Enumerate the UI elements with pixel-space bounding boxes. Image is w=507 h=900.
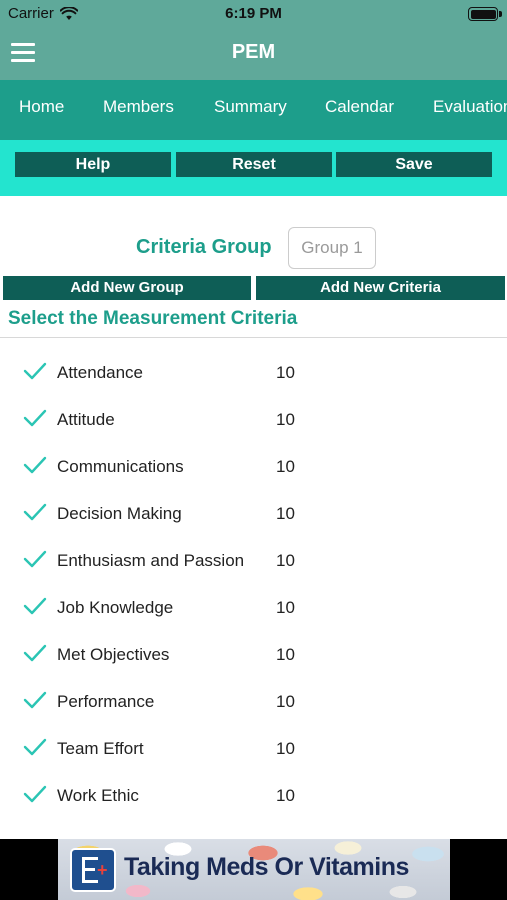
- ad-text: Taking Meds Or Vitamins: [124, 853, 409, 881]
- tab-members[interactable]: Members: [103, 97, 174, 117]
- criteria-value: 10: [276, 692, 295, 711]
- criteria-value: 10: [276, 410, 295, 429]
- criteria-value: 10: [276, 504, 295, 523]
- tab-home[interactable]: Home: [19, 97, 64, 117]
- criteria-value: 10: [276, 786, 295, 805]
- checkmark-icon: [23, 691, 47, 709]
- criteria-item-attitude[interactable]: Attitude 10: [0, 396, 507, 443]
- tab-evaluation[interactable]: Evaluation: [433, 97, 507, 117]
- criteria-list: Attendance 10 Attitude 10 Communications…: [0, 349, 507, 819]
- checkmark-icon: [23, 644, 47, 662]
- criteria-item-communications[interactable]: Communications 10: [0, 443, 507, 490]
- criteria-name: Job Knowledge: [57, 598, 174, 617]
- checkmark-icon: [23, 785, 47, 803]
- criteria-item-attendance[interactable]: Attendance 10: [0, 349, 507, 396]
- section-title: Select the Measurement Criteria: [8, 308, 298, 329]
- criteria-name: Communications: [57, 457, 184, 476]
- checkmark-icon: [23, 503, 47, 521]
- criteria-item-team-effort[interactable]: Team Effort 10: [0, 725, 507, 772]
- ad-content[interactable]: + Taking Meds Or Vitamins: [58, 839, 450, 900]
- criteria-name: Performance: [57, 692, 155, 711]
- criteria-name: Decision Making: [57, 504, 182, 523]
- tab-bar: Home Members Summary Calendar Evaluation: [0, 80, 507, 140]
- checkmark-icon: [23, 597, 47, 615]
- criteria-group-input[interactable]: Group 1: [288, 227, 376, 269]
- status-time: 6:19 PM: [225, 5, 282, 22]
- criteria-name: Team Effort: [57, 739, 144, 758]
- reset-button[interactable]: Reset: [176, 152, 332, 177]
- criteria-name: Attitude: [57, 410, 115, 429]
- checkmark-icon: [23, 738, 47, 756]
- criteria-item-decision-making[interactable]: Decision Making 10: [0, 490, 507, 537]
- criteria-name: Attendance: [57, 363, 144, 382]
- criteria-group-label: Criteria Group: [136, 236, 272, 258]
- battery-icon: [468, 7, 502, 21]
- ad-banner: + Taking Meds Or Vitamins: [0, 839, 507, 900]
- checkmark-icon: [23, 362, 47, 380]
- page-title: PEM: [231, 41, 276, 63]
- criteria-value: 10: [276, 551, 295, 570]
- nav-bar: PEM: [0, 28, 507, 80]
- criteria-item-work-ethic[interactable]: Work Ethic 10: [0, 772, 507, 819]
- criteria-value: 10: [276, 363, 295, 382]
- criteria-item-job-knowledge[interactable]: Job Knowledge 10: [0, 584, 507, 631]
- criteria-value: 10: [276, 598, 295, 617]
- tab-summary[interactable]: Summary: [214, 97, 287, 117]
- checkmark-icon: [23, 456, 47, 474]
- tab-calendar[interactable]: Calendar: [325, 97, 394, 117]
- criteria-item-enthusiasm-and-passion[interactable]: Enthusiasm and Passion 10: [0, 537, 507, 584]
- action-strip: Help Reset Save: [0, 140, 507, 196]
- criteria-value: 10: [276, 739, 295, 758]
- ad-logo-icon: +: [70, 848, 116, 892]
- criteria-name: Met Objectives: [57, 645, 170, 664]
- checkmark-icon: [23, 409, 47, 427]
- criteria-item-performance[interactable]: Performance 10: [0, 678, 507, 725]
- criteria-value: 10: [276, 457, 295, 476]
- criteria-name: Work Ethic: [57, 786, 139, 805]
- checkmark-icon: [23, 550, 47, 568]
- status-bar: Carrier 6:19 PM: [0, 0, 507, 28]
- help-button[interactable]: Help: [15, 152, 171, 177]
- add-new-group-button[interactable]: Add New Group: [3, 276, 251, 300]
- criteria-value: 10: [276, 645, 295, 664]
- criteria-name: Enthusiasm and Passion: [57, 551, 245, 570]
- add-new-criteria-button[interactable]: Add New Criteria: [256, 276, 505, 300]
- save-button[interactable]: Save: [336, 152, 492, 177]
- divider: [0, 337, 507, 338]
- criteria-item-met-objectives[interactable]: Met Objectives 10: [0, 631, 507, 678]
